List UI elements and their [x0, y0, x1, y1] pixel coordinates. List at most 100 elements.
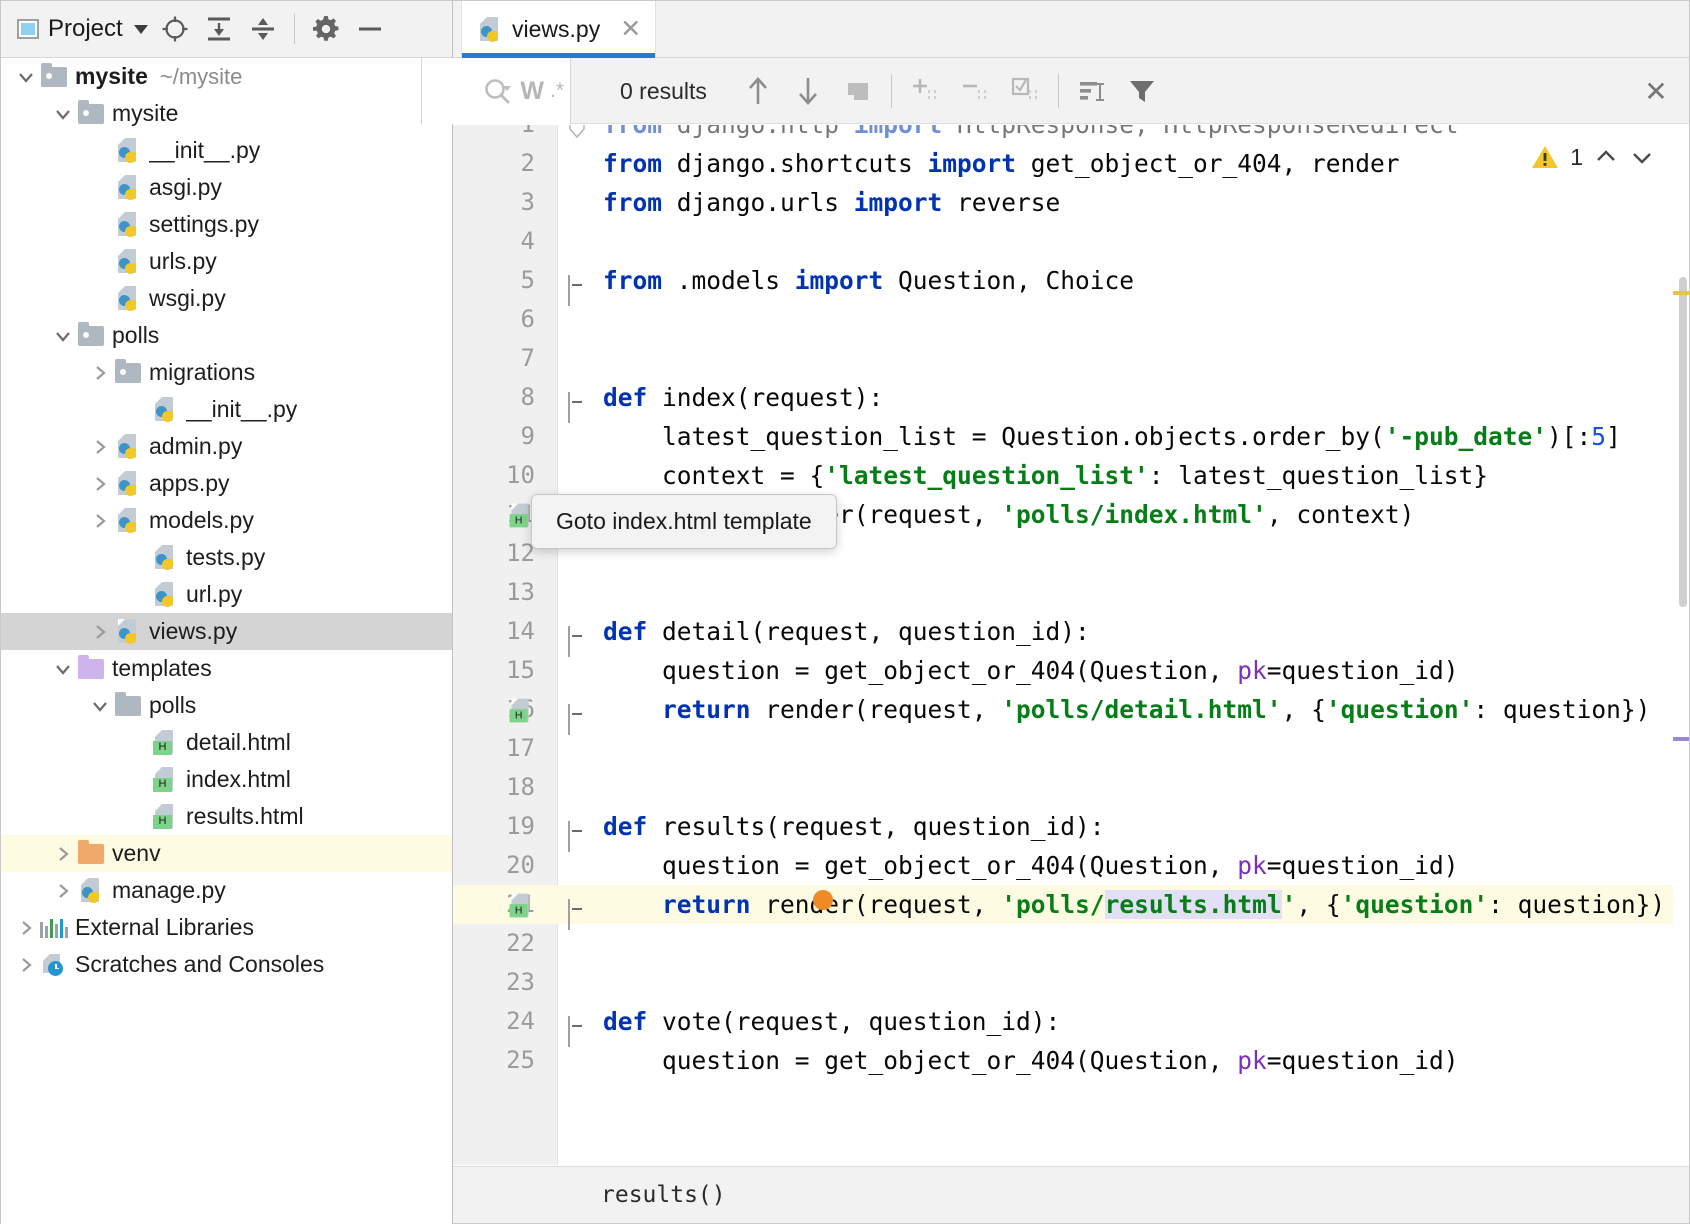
code-line[interactable]: 2from django.shortcuts import get_object… — [453, 144, 1689, 183]
hide-tool-window-icon[interactable] — [353, 12, 387, 46]
add-line-button[interactable] — [900, 66, 950, 116]
code-editor[interactable]: 1from django.http import HttpResponse, H… — [453, 125, 1689, 1165]
regex-icon[interactable]: .* — [550, 79, 564, 103]
close-icon[interactable]: ✕ — [620, 17, 641, 42]
chevron-right-icon[interactable] — [87, 428, 113, 465]
collapse-all-icon[interactable] — [246, 12, 280, 46]
code-line[interactable]: 13 — [453, 573, 1689, 612]
tree-item-urls-py[interactable]: urls.py — [1, 243, 452, 280]
code-line[interactable]: 6 — [453, 300, 1689, 339]
chevron-down-icon[interactable] — [13, 58, 39, 95]
find-next-button[interactable] — [783, 66, 833, 116]
code-line[interactable]: 25 question = get_object_or_404(Question… — [453, 1041, 1689, 1080]
tree-item-index-html[interactable]: Hindex.html — [1, 761, 452, 798]
tree-item-templates[interactable]: templates — [1, 650, 452, 687]
expand-all-icon[interactable] — [202, 12, 236, 46]
breadcrumb[interactable]: results() — [453, 1166, 1689, 1223]
editor-tab-views-py[interactable]: views.py ✕ — [461, 1, 656, 58]
tree-item-polls[interactable]: polls — [1, 687, 452, 724]
tree-item-mysite[interactable]: mysite~/mysite — [1, 58, 452, 95]
chevron-right-icon[interactable] — [87, 354, 113, 391]
tree-item-manage-py[interactable]: manage.py — [1, 872, 452, 909]
goto-html-template-gutter-icon[interactable]: H — [509, 697, 533, 723]
tree-item-apps-py[interactable]: apps.py — [1, 465, 452, 502]
code-line[interactable]: 18 — [453, 768, 1689, 807]
tree-item-migrations[interactable]: migrations — [1, 354, 452, 391]
filter-button[interactable] — [1117, 66, 1167, 116]
tree-item-settings-py[interactable]: settings.py — [1, 206, 452, 243]
code-line[interactable]: 16H return render(request, 'polls/detail… — [453, 690, 1689, 729]
toggle-selection-button[interactable] — [1000, 66, 1050, 116]
scrollbar-thumb[interactable] — [1679, 277, 1687, 607]
tree-item-venv[interactable]: venv — [1, 835, 452, 872]
code-line[interactable]: 1from django.http import HttpResponse, H… — [453, 125, 1689, 144]
fold-collapse-icon[interactable] — [568, 388, 588, 408]
chevron-right-icon[interactable] — [50, 835, 76, 872]
tree-item-external-libraries[interactable]: External Libraries — [1, 909, 452, 946]
close-find-bar-button[interactable]: ✕ — [1641, 76, 1671, 106]
code-line[interactable]: 19def results(request, question_id): — [453, 807, 1689, 846]
search-input[interactable]: W .* — [421, 58, 571, 124]
fold-collapse-icon[interactable] — [568, 700, 588, 720]
tree-item-admin-py[interactable]: admin.py — [1, 428, 452, 465]
project-tool-window-title[interactable]: Project — [17, 15, 148, 43]
chevron-right-icon[interactable] — [87, 613, 113, 650]
chevron-up-icon[interactable] — [1593, 144, 1619, 170]
code-line[interactable]: 21H return render(request, 'polls/result… — [453, 885, 1689, 924]
settings-gear-icon[interactable] — [309, 12, 343, 46]
code-line[interactable]: 3from django.urls import reverse — [453, 183, 1689, 222]
tree-item-models-py[interactable]: models.py — [1, 502, 452, 539]
tree-item-mysite[interactable]: mysite — [1, 95, 452, 132]
code-line[interactable]: 20 question = get_object_or_404(Question… — [453, 846, 1689, 885]
tree-item-scratches-and-consoles[interactable]: Scratches and Consoles — [1, 946, 452, 983]
code-line[interactable]: 24def vote(request, question_id): — [453, 1002, 1689, 1041]
sort-lines-button[interactable] — [1067, 66, 1117, 116]
fold-collapse-icon[interactable] — [568, 622, 588, 642]
select-all-occurrences-button[interactable] — [833, 66, 883, 116]
chevron-down-icon[interactable] — [134, 25, 148, 34]
fold-collapse-icon[interactable] — [568, 895, 588, 915]
tree-item--init-py[interactable]: __init__.py — [1, 132, 452, 169]
code-line[interactable]: 9 latest_question_list = Question.object… — [453, 417, 1689, 456]
chevron-down-icon[interactable] — [50, 95, 76, 132]
locate-icon[interactable] — [158, 12, 192, 46]
chevron-right-icon[interactable] — [13, 946, 39, 983]
tree-item-tests-py[interactable]: tests.py — [1, 539, 452, 576]
code-line[interactable]: 22 — [453, 924, 1689, 963]
goto-html-template-gutter-icon[interactable]: H — [509, 502, 533, 528]
chevron-right-icon[interactable] — [50, 872, 76, 909]
code-line[interactable]: 14def detail(request, question_id): — [453, 612, 1689, 651]
chevron-down-icon[interactable] — [1629, 144, 1655, 170]
code-line[interactable]: 8def index(request): — [453, 378, 1689, 417]
chevron-down-icon[interactable] — [87, 687, 113, 724]
chevron-right-icon[interactable] — [87, 465, 113, 502]
chevron-down-icon[interactable] — [50, 317, 76, 354]
find-previous-button[interactable] — [733, 66, 783, 116]
code-line[interactable]: 10 context = {'latest_question_list': la… — [453, 456, 1689, 495]
remove-line-button[interactable] — [950, 66, 1000, 116]
code-line[interactable]: 15 question = get_object_or_404(Question… — [453, 651, 1689, 690]
code-line[interactable]: 5from .models import Question, Choice — [453, 261, 1689, 300]
editor-scrollbar[interactable] — [1673, 249, 1689, 1107]
code-line[interactable]: 7 — [453, 339, 1689, 378]
code-line[interactable]: 4 — [453, 222, 1689, 261]
tree-item-results-html[interactable]: Hresults.html — [1, 798, 452, 835]
fold-collapse-icon[interactable] — [568, 1012, 588, 1032]
chevron-right-icon[interactable] — [87, 502, 113, 539]
tree-item-detail-html[interactable]: Hdetail.html — [1, 724, 452, 761]
tree-item-wsgi-py[interactable]: wsgi.py — [1, 280, 452, 317]
chevron-down-icon[interactable] — [50, 650, 76, 687]
goto-html-template-gutter-icon[interactable]: H — [509, 892, 533, 918]
match-case-icon[interactable]: W — [520, 77, 544, 106]
fold-collapse-icon[interactable] — [568, 271, 588, 291]
project-tree[interactable]: mysite~/mysitemysite__init__.pyasgi.pyse… — [1, 58, 452, 1224]
tree-item--init-py[interactable]: __init__.py — [1, 391, 452, 428]
tree-item-url-py[interactable]: url.py — [1, 576, 452, 613]
fold-collapse-icon[interactable] — [568, 817, 588, 837]
tree-item-asgi-py[interactable]: asgi.py — [1, 169, 452, 206]
tree-item-polls[interactable]: polls — [1, 317, 452, 354]
fold-region-icon[interactable] — [568, 125, 586, 139]
code-line[interactable]: 23 — [453, 963, 1689, 1002]
chevron-right-icon[interactable] — [13, 909, 39, 946]
tree-item-views-py[interactable]: views.py — [1, 613, 452, 650]
